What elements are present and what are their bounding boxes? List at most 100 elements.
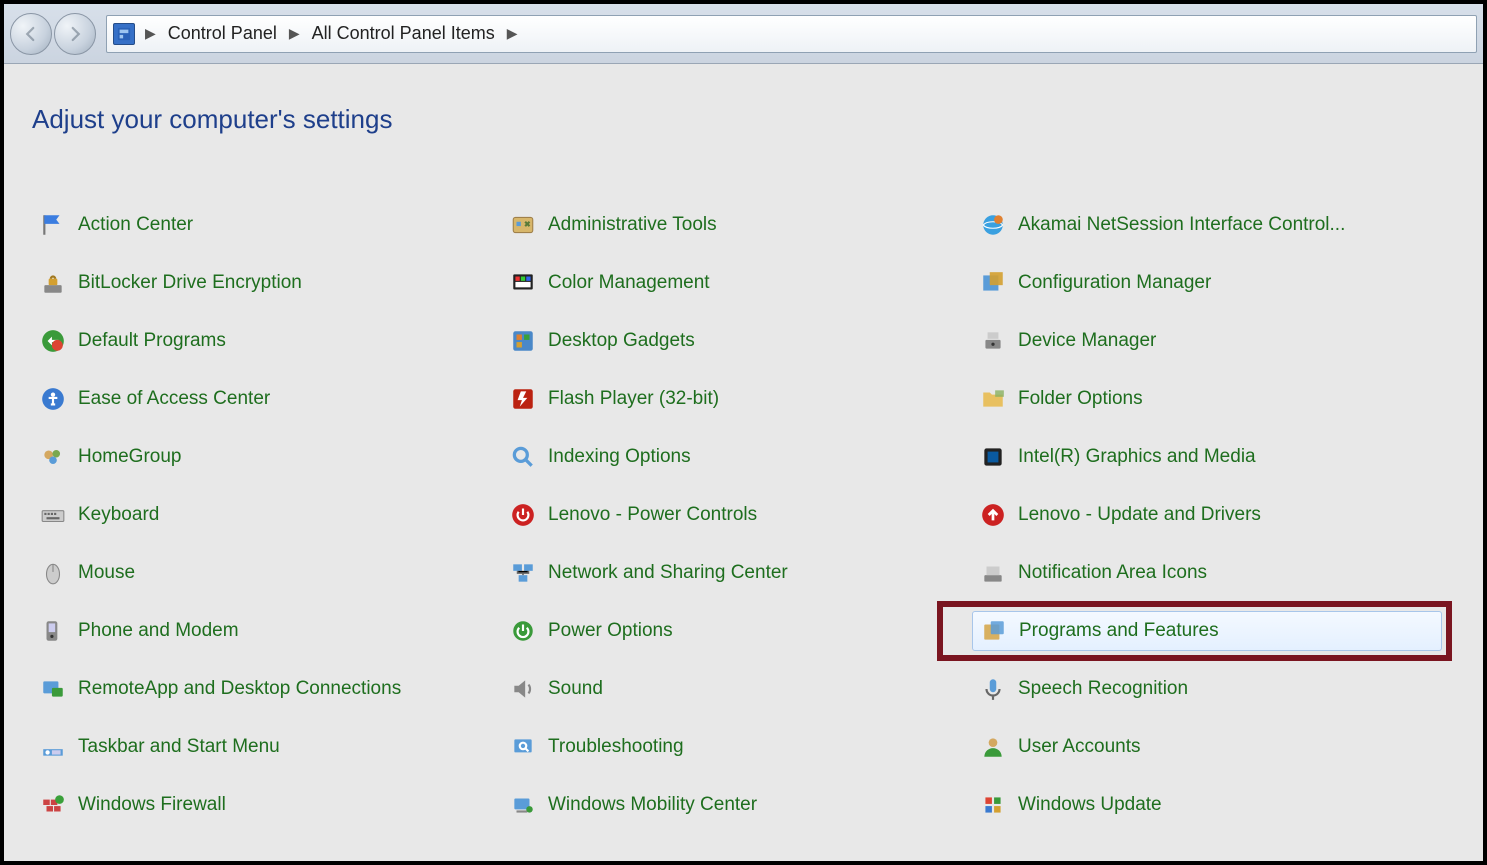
control-panel-item[interactable]: Administrative Tools <box>502 205 972 245</box>
control-panel-item[interactable]: Speech Recognition <box>972 669 1442 709</box>
control-panel-item-label: Default Programs <box>78 330 226 352</box>
control-panel-item[interactable]: User Accounts <box>972 727 1442 767</box>
control-panel-item[interactable]: Sound <box>502 669 972 709</box>
control-panel-item[interactable]: Lenovo - Power Controls <box>502 495 972 535</box>
ease-access-icon <box>38 384 68 414</box>
control-panel-item[interactable]: Power Options <box>502 611 972 651</box>
control-panel-item[interactable]: Mouse <box>32 553 502 593</box>
update-icon <box>978 790 1008 820</box>
phone-icon <box>38 616 68 646</box>
control-panel-item[interactable]: Notification Area Icons <box>972 553 1442 593</box>
control-panel-item[interactable]: Flash Player (32-bit) <box>502 379 972 419</box>
control-panel-item-label: Indexing Options <box>548 446 691 468</box>
control-panel-item-label: RemoteApp and Desktop Connections <box>78 678 401 700</box>
control-panel-item[interactable]: Troubleshooting <box>502 727 972 767</box>
control-panel-item[interactable]: Device Manager <box>972 321 1442 361</box>
control-panel-item[interactable]: Lenovo - Update and Drivers <box>972 495 1442 535</box>
programs-icon <box>979 616 1009 646</box>
control-panel-item-label: Speech Recognition <box>1018 678 1188 700</box>
intel-icon <box>978 442 1008 472</box>
highlight-box: Programs and Features <box>972 611 1442 651</box>
navigation-bar: ▶ Control Panel ▶ All Control Panel Item… <box>4 4 1483 64</box>
control-panel-item-label: Phone and Modem <box>78 620 239 642</box>
control-panel-icon <box>113 23 135 45</box>
control-panel-item[interactable]: Folder Options <box>972 379 1442 419</box>
globe-icon <box>978 210 1008 240</box>
breadcrumb-segment[interactable]: Control Panel <box>168 23 277 44</box>
control-panel-item-label: Akamai NetSession Interface Control... <box>1018 214 1345 236</box>
mobility-icon <box>508 790 538 820</box>
speech-icon <box>978 674 1008 704</box>
device-icon <box>978 326 1008 356</box>
nav-buttons <box>10 13 96 55</box>
control-panel-items-grid: Action Center Administrative Tools Akamai … <box>32 205 1455 825</box>
control-panel-item[interactable]: Windows Mobility Center <box>502 785 972 825</box>
control-panel-item[interactable]: Configuration Manager <box>972 263 1442 303</box>
control-panel-item[interactable]: Programs and Features <box>972 611 1442 651</box>
control-panel-item-label: Desktop Gadgets <box>548 330 695 352</box>
arrow-right-icon <box>66 25 84 43</box>
gadgets-icon <box>508 326 538 356</box>
chevron-right-icon: ▶ <box>145 25 156 42</box>
taskbar-icon <box>38 732 68 762</box>
breadcrumb: ▶ Control Panel ▶ All Control Panel Item… <box>139 23 524 44</box>
config-icon <box>978 268 1008 298</box>
mouse-icon <box>38 558 68 588</box>
page-title: Adjust your computer's settings <box>32 104 1455 135</box>
control-panel-item[interactable]: Taskbar and Start Menu <box>32 727 502 767</box>
control-panel-item[interactable]: Desktop Gadgets <box>502 321 972 361</box>
control-panel-item[interactable]: Default Programs <box>32 321 502 361</box>
control-panel-item[interactable]: Network and Sharing Center <box>502 553 972 593</box>
flag-icon <box>38 210 68 240</box>
control-panel-item-label: Programs and Features <box>1019 620 1219 642</box>
sound-icon <box>508 674 538 704</box>
control-panel-item-label: Notification Area Icons <box>1018 562 1207 584</box>
control-panel-item[interactable]: HomeGroup <box>32 437 502 477</box>
firewall-icon <box>38 790 68 820</box>
control-panel-item-label: Keyboard <box>78 504 159 526</box>
homegroup-icon <box>38 442 68 472</box>
chevron-right-icon: ▶ <box>289 25 300 42</box>
control-panel-item-label: Power Options <box>548 620 673 642</box>
control-panel-item-label: Ease of Access Center <box>78 388 270 410</box>
indexing-icon <box>508 442 538 472</box>
control-panel-item[interactable]: Action Center <box>32 205 502 245</box>
remoteapp-icon <box>38 674 68 704</box>
chevron-right-icon: ▶ <box>507 25 518 42</box>
control-panel-item-label: Network and Sharing Center <box>548 562 788 584</box>
default-prog-icon <box>38 326 68 356</box>
control-panel-item-label: Device Manager <box>1018 330 1156 352</box>
control-panel-item[interactable]: BitLocker Drive Encryption <box>32 263 502 303</box>
control-panel-item[interactable]: Windows Firewall <box>32 785 502 825</box>
control-panel-item[interactable]: RemoteApp and Desktop Connections <box>32 669 502 709</box>
forward-button[interactable] <box>54 13 96 55</box>
control-panel-item-label: Action Center <box>78 214 193 236</box>
control-panel-item[interactable]: Color Management <box>502 263 972 303</box>
control-panel-item-label: Flash Player (32-bit) <box>548 388 719 410</box>
control-panel-item[interactable]: Phone and Modem <box>32 611 502 651</box>
breadcrumb-segment[interactable]: All Control Panel Items <box>312 23 495 44</box>
control-panel-item-label: BitLocker Drive Encryption <box>78 272 302 294</box>
control-panel-item-label: Color Management <box>548 272 710 294</box>
back-button[interactable] <box>10 13 52 55</box>
control-panel-item-label: Administrative Tools <box>548 214 717 236</box>
control-panel-item-label: Windows Update <box>1018 794 1162 816</box>
control-panel-item[interactable]: Keyboard <box>32 495 502 535</box>
notification-icon <box>978 558 1008 588</box>
control-panel-item[interactable]: Akamai NetSession Interface Control... <box>972 205 1442 245</box>
control-panel-item[interactable]: Windows Update <box>972 785 1442 825</box>
network-icon <box>508 558 538 588</box>
control-panel-item[interactable]: Ease of Access Center <box>32 379 502 419</box>
control-panel-item[interactable]: Intel(R) Graphics and Media <box>972 437 1442 477</box>
lenovo-power-icon <box>508 500 538 530</box>
control-panel-item-label: Lenovo - Power Controls <box>548 504 757 526</box>
control-panel-item-label: Troubleshooting <box>548 736 684 758</box>
control-panel-item[interactable]: Indexing Options <box>502 437 972 477</box>
troubleshoot-icon <box>508 732 538 762</box>
control-panel-item-label: Folder Options <box>1018 388 1143 410</box>
control-panel-item-label: Taskbar and Start Menu <box>78 736 280 758</box>
arrow-left-icon <box>22 25 40 43</box>
control-panel-item-label: Intel(R) Graphics and Media <box>1018 446 1256 468</box>
content-area: Adjust your computer's settings Action C… <box>4 64 1483 845</box>
address-bar[interactable]: ▶ Control Panel ▶ All Control Panel Item… <box>106 15 1477 53</box>
